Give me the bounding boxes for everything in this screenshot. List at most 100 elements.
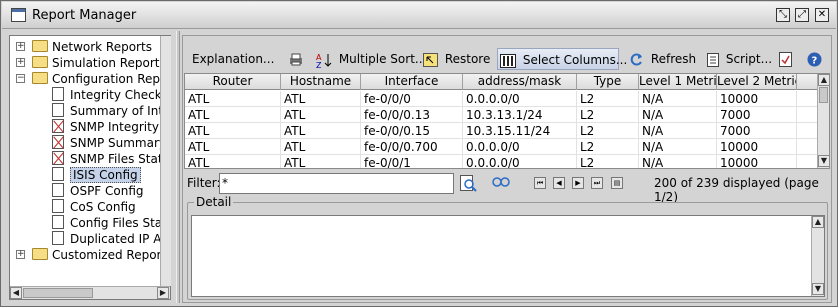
tree-item[interactable]: + Simulation Reports (10, 55, 160, 71)
title-bar[interactable]: Report Manager ⤡ ⤢ ✕ (2, 2, 836, 29)
filter-label: Filter: (187, 176, 221, 190)
window-icon (11, 8, 26, 22)
select-columns-button[interactable]: Select Columns... (497, 48, 627, 70)
table-row[interactable]: ATL ATL fe-0/0/0 0.0.0.0/0 L2 N/A 10000 (185, 91, 817, 107)
filter-input[interactable]: * (219, 173, 454, 194)
help-button[interactable]: ? (807, 48, 825, 70)
report-check-button[interactable] (779, 48, 795, 70)
tree-item[interactable]: Integrity Checks (10, 87, 160, 103)
table-cell: 7000 (717, 123, 797, 139)
sort-icon: AZ (316, 53, 332, 68)
tree-item-label: Network Reports (52, 40, 152, 54)
table-cell: ATL (185, 107, 281, 123)
scroll-up-icon[interactable]: ▲ (818, 74, 829, 86)
close-window-icon[interactable]: ✕ (815, 8, 829, 22)
detail-textarea[interactable]: ▲ ▼ (191, 215, 825, 297)
tree-item-label: ISIS Config (70, 167, 141, 183)
scroll-right-icon[interactable]: ▶ (157, 287, 169, 299)
tree-item-label: Integrity Checks (70, 88, 160, 102)
help-icon: ? (807, 52, 822, 67)
table-header: Router Hostname Interface address/mask Type L… (185, 74, 817, 90)
detail-scroll-up-icon[interactable]: ▲ (812, 216, 824, 228)
error-report-icon (52, 151, 64, 165)
tree-item[interactable]: Config Files Statu (10, 215, 160, 231)
restore-button[interactable]: Restore (423, 48, 490, 70)
scroll-down-icon[interactable]: ▼ (818, 155, 829, 167)
table-cell: N/A (639, 139, 717, 155)
filter-search-icon[interactable] (460, 175, 477, 192)
table-cell: 10.3.13.1/24 (463, 107, 577, 123)
script-icon (707, 52, 719, 67)
tree-item[interactable]: SNMP Files Status (10, 151, 160, 167)
maximize-window-icon[interactable]: ⤢ (795, 8, 809, 22)
tree-horizontal-scrollbar[interactable]: ◀ ▶ (10, 286, 170, 299)
table-row[interactable]: ATL ATL fe-0/0/1 0.0.0.0/0 L2 N/A 10000 (185, 155, 817, 168)
columns-icon (500, 53, 516, 68)
svg-text:Z: Z (316, 61, 322, 68)
column-header[interactable]: Hostname (281, 74, 361, 90)
tree-scroll-thumb[interactable] (23, 288, 93, 298)
page-options-icon[interactable]: ▤ (611, 177, 623, 189)
first-page-icon[interactable]: ⏮ (534, 177, 546, 189)
column-header[interactable]: Router (185, 74, 281, 90)
expand-icon[interactable]: + (16, 250, 25, 259)
tree-vertical-scrollbar[interactable] (160, 36, 171, 286)
tree-item[interactable]: Summary of Integ (10, 103, 160, 119)
table-cell: 10000 (717, 139, 797, 155)
tree-item[interactable]: + Network Reports (10, 39, 160, 55)
collapse-icon[interactable]: − (16, 74, 25, 83)
table-vertical-scrollbar[interactable]: ▲ ▼ (817, 74, 829, 168)
report-table: Router Hostname Interface address/mask Type L… (184, 73, 830, 169)
script-button[interactable]: Script... (707, 48, 772, 70)
next-page-icon[interactable]: ▶ (572, 177, 584, 189)
print-button[interactable] (289, 48, 306, 70)
tree-item[interactable]: ISIS Config (10, 167, 160, 183)
table-cell: 10.3.15.11/24 (463, 123, 577, 139)
table-scroll-thumb[interactable] (819, 87, 828, 103)
tree-item[interactable]: Duplicated IP Add (10, 231, 160, 247)
report-icon (52, 231, 64, 245)
table-row[interactable]: ATL ATL fe-0/0/0.700 0.0.0.0/0 L2 N/A 10000 (185, 139, 817, 155)
tree-item[interactable]: − Configuration Reports (10, 71, 160, 87)
restore-window-icon[interactable]: ⤡ (776, 8, 790, 22)
explanation-button[interactable]: Explanation... (192, 48, 274, 70)
expand-icon[interactable]: + (16, 58, 25, 67)
script-label: Script... (725, 52, 773, 66)
tree-item[interactable]: + Customized Reports (10, 247, 160, 263)
folder-icon (32, 40, 48, 52)
table-row[interactable]: ATL ATL fe-0/0/0.15 10.3.15.11/24 L2 N/A 7000 (185, 123, 817, 139)
table-cell: ATL (185, 155, 281, 168)
expand-icon[interactable]: + (16, 42, 25, 51)
table-cell: N/A (639, 123, 717, 139)
table-cell: fe-0/0/0.700 (361, 139, 463, 155)
tree-item[interactable]: SNMP Summary c (10, 135, 160, 151)
tree-item[interactable]: CoS Config (10, 199, 160, 215)
select-columns-label: Select Columns... (522, 53, 628, 67)
tree-item[interactable]: SNMP Integrity Ch (10, 119, 160, 135)
column-header[interactable]: Level 2 Metric (717, 74, 797, 90)
detail-vertical-scrollbar[interactable]: ▲ ▼ (811, 216, 824, 296)
column-header[interactable]: address/mask (463, 74, 577, 90)
panel-splitter[interactable] (176, 31, 180, 303)
table-row[interactable]: ATL ATL fe-0/0/0.13 10.3.13.1/24 L2 N/A 7000 (185, 107, 817, 123)
tree-item[interactable]: OSPF Config (10, 183, 160, 199)
report-icon (52, 103, 64, 117)
folder-icon (32, 56, 48, 68)
tree-item-label: CoS Config (70, 200, 136, 214)
folder-icon (32, 72, 48, 84)
refresh-button[interactable]: Refresh (629, 48, 696, 70)
previous-page-icon[interactable]: ◀ (553, 177, 565, 189)
table-cell: N/A (639, 155, 717, 168)
table-cell: L2 (577, 107, 639, 123)
column-header[interactable]: Level 1 Metric (639, 74, 717, 90)
multiple-sort-button[interactable]: AZ Multiple Sort... (316, 48, 426, 70)
column-header[interactable]: Type (577, 74, 639, 90)
table-cell: 0.0.0.0/0 (463, 91, 577, 107)
last-page-icon[interactable]: ⏭ (591, 177, 603, 189)
column-header[interactable]: Interface (361, 74, 463, 90)
refresh-label: Refresh (650, 52, 697, 66)
folder-icon (32, 248, 48, 260)
scroll-left-icon[interactable]: ◀ (10, 287, 22, 299)
detail-scroll-down-icon[interactable]: ▼ (812, 283, 824, 295)
find-icon[interactable] (492, 176, 510, 190)
